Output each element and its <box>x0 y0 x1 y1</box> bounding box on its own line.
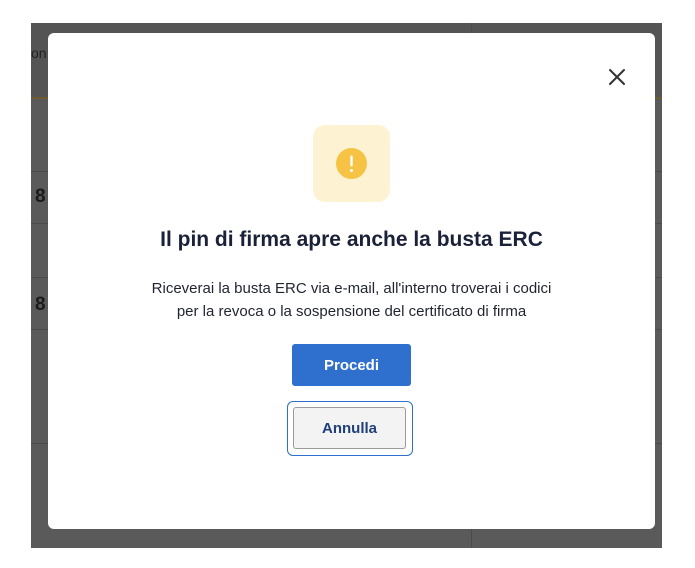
close-button[interactable] <box>605 65 629 89</box>
proceed-button[interactable]: Procedi <box>292 344 411 386</box>
confirm-dialog: Il pin di firma apre anche la busta ERC … <box>48 33 655 529</box>
background-row-value: 8 <box>35 294 46 315</box>
background-row-value: 8 <box>35 186 46 207</box>
close-icon <box>609 69 625 85</box>
dialog-message: Riceverai la busta ERC via e-mail, all'i… <box>48 277 655 323</box>
dialog-message-line: per la revoca o la sospensione del certi… <box>176 303 527 320</box>
warning-badge <box>313 125 390 202</box>
warning-circle <box>336 148 367 179</box>
cancel-button-focus-ring: Annulla <box>287 401 413 456</box>
exclamation-icon <box>350 155 353 172</box>
background-top-text: on <box>31 45 47 61</box>
dialog-message-line: Riceverai la busta ERC via e-mail, all'i… <box>151 280 552 297</box>
cancel-button[interactable]: Annulla <box>293 407 406 449</box>
dialog-title: Il pin di firma apre anche la busta ERC <box>160 228 543 251</box>
